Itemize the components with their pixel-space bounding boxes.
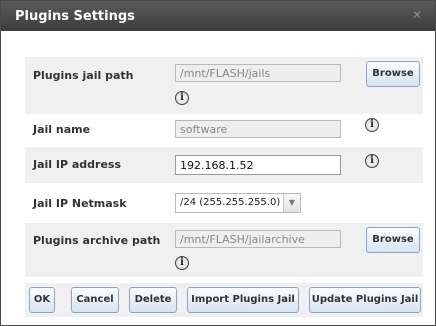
jail-name-input[interactable]: software [175,120,341,138]
jail-ip-netmask-select[interactable]: /24 (255.255.255.0) ▼ [175,193,301,213]
row-jail-ip-address: Jail IP address 192.168.1.52 i [25,147,423,184]
row-jail-name: Jail name software i [25,115,423,146]
info-icon[interactable]: i [365,154,379,168]
cancel-button[interactable]: Cancel [71,287,119,313]
dialog-footer: OK Cancel Delete Import Plugins Jail Upd… [25,283,423,317]
plugins-archive-path-input[interactable]: /mnt/FLASH/jailarchive [175,230,341,248]
jail-ip-address-input[interactable]: 192.168.1.52 [175,155,341,175]
dialog-titlebar: Plugins Settings ✕ [1,1,435,31]
plugins-jail-path-input[interactable]: /mnt/FLASH/jails [175,64,341,82]
info-icon[interactable]: i [175,256,189,270]
jail-ip-netmask-value: /24 (255.255.255.0) [180,197,281,208]
dialog-body: Plugins jail path /mnt/FLASH/jails Brows… [3,33,433,323]
plugins-jail-path-browse-button[interactable]: Browse [366,61,420,87]
close-icon[interactable]: ✕ [411,9,423,21]
delete-button[interactable]: Delete [129,287,177,313]
info-icon[interactable]: i [175,91,189,105]
jail-ip-address-label: Jail IP address [33,158,122,171]
row-jail-ip-netmask: Jail IP Netmask /24 (255.255.255.0) ▼ [25,185,423,222]
jail-ip-netmask-label: Jail IP Netmask [33,197,127,210]
chevron-down-icon[interactable]: ▼ [283,194,300,212]
info-icon[interactable]: i [365,118,379,132]
row-plugins-archive-path: Plugins archive path /mnt/FLASH/jailarch… [25,223,423,278]
update-plugins-jail-button[interactable]: Update Plugins Jail [309,287,421,313]
dialog-title: Plugins Settings [15,9,135,24]
plugins-settings-dialog: Plugins Settings ✕ Plugins jail path /mn… [0,0,436,326]
jail-name-label: Jail name [33,123,91,136]
ok-button[interactable]: OK [29,287,55,313]
import-plugins-jail-button[interactable]: Import Plugins Jail [187,287,299,313]
plugins-jail-path-label: Plugins jail path [33,69,134,82]
row-plugins-jail-path: Plugins jail path /mnt/FLASH/jails Brows… [25,57,423,115]
plugins-archive-path-label: Plugins archive path [33,234,161,247]
plugins-archive-path-browse-button[interactable]: Browse [366,227,420,253]
